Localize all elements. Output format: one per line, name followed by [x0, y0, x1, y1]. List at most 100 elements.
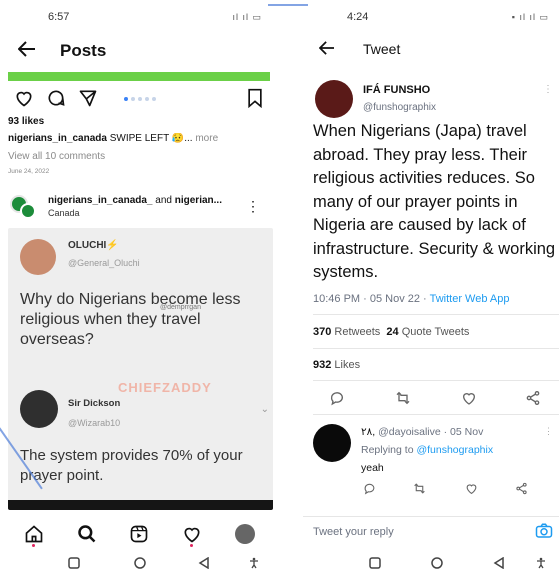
- reply-text: yeah: [361, 462, 384, 474]
- carousel-dot: [124, 97, 128, 101]
- caption-text: SWIPE LEFT 😥...: [109, 133, 193, 144]
- back-arrow-icon[interactable]: [17, 41, 48, 61]
- divider: [313, 414, 559, 415]
- tweet-meta: 10:46 PM · 05 Nov 22 · Twitter Web App: [313, 293, 509, 305]
- reply-input[interactable]: [313, 523, 513, 541]
- author-handle[interactable]: @funshographix: [363, 102, 436, 113]
- app-bar: Tweet: [303, 34, 559, 64]
- post-usernames: nigerians_in_canada_ and nigerian...: [48, 195, 222, 206]
- reply-icon[interactable]: [329, 390, 345, 406]
- home-circle-icon[interactable]: [134, 557, 146, 569]
- retweets-label[interactable]: Retweets: [334, 326, 380, 338]
- activity-heart-icon[interactable]: [182, 524, 202, 544]
- likes-count: 932: [313, 359, 332, 371]
- back-triangle-icon[interactable]: [493, 557, 505, 569]
- back-triangle-icon[interactable]: [198, 557, 210, 569]
- bookmark-icon[interactable]: [246, 88, 264, 108]
- page-title: Tweet: [363, 41, 401, 57]
- profile-avatar-icon[interactable]: [235, 524, 255, 544]
- reply-more-icon[interactable]: ⋮: [544, 426, 553, 437]
- share-icon[interactable]: [515, 482, 528, 495]
- reply-icon[interactable]: [363, 482, 376, 495]
- replying-to: Replying to @funshographix: [361, 444, 493, 456]
- retweet-icon[interactable]: [395, 390, 411, 406]
- likes-label: Likes: [334, 359, 361, 371]
- view-comments-link[interactable]: View all 10 comments: [8, 151, 105, 162]
- carousel-dot: [131, 97, 135, 101]
- quoted-text: Why do Nigerians become less religious w…: [20, 291, 241, 348]
- carousel-dot: [152, 97, 156, 101]
- camera-icon[interactable]: [535, 522, 553, 540]
- divider: [313, 380, 559, 381]
- reply-handle: @Wizarab10: [68, 418, 121, 428]
- reply-avatar[interactable]: [313, 424, 351, 462]
- signal-battery-icon: ▪ ıl ıl ▭: [511, 11, 549, 22]
- watermark-stroke: [268, 4, 308, 6]
- back-arrow-icon[interactable]: [318, 39, 349, 59]
- reply-header: ٢٨, @dayoisalive · 05 Nov: [361, 426, 483, 438]
- recent-apps-icon[interactable]: [68, 557, 80, 569]
- author-avatar[interactable]: [315, 80, 353, 118]
- page-title: Posts: [60, 41, 107, 60]
- likes-count[interactable]: 93 likes: [8, 116, 44, 127]
- share-icon[interactable]: [525, 390, 541, 406]
- quotes-count[interactable]: 24: [386, 326, 398, 338]
- instagram-bottom-nav: [0, 518, 276, 550]
- more-options-icon[interactable]: ⋮: [246, 199, 260, 213]
- search-icon[interactable]: [77, 524, 97, 544]
- username-link-2[interactable]: nigerian...: [175, 195, 222, 206]
- accessibility-icon[interactable]: [535, 557, 547, 569]
- recent-apps-icon[interactable]: [369, 557, 381, 569]
- reply-actions: [303, 482, 559, 498]
- accessibility-icon[interactable]: [248, 557, 260, 569]
- post-location[interactable]: Canada: [48, 208, 80, 218]
- retweet-icon[interactable]: [413, 482, 426, 495]
- carousel-dots: [124, 97, 156, 101]
- like-heart-icon[interactable]: [465, 482, 478, 495]
- system-nav-bar: [303, 552, 559, 573]
- post-image-top-strip: [8, 72, 270, 81]
- quoted-name: OLUCHI⚡: [68, 240, 119, 251]
- caption-more-link[interactable]: more: [195, 133, 218, 144]
- tweet-source-link[interactable]: Twitter Web App: [430, 293, 510, 305]
- reply-name: Sir Dickson: [68, 398, 121, 409]
- caption-username[interactable]: nigerians_in_canada: [8, 133, 107, 144]
- home-icon[interactable]: [24, 524, 44, 544]
- like-heart-icon[interactable]: [461, 390, 477, 406]
- quoted-avatar: [20, 239, 56, 275]
- reply-name[interactable]: ٢٨,: [361, 426, 375, 438]
- post-media[interactable]: OLUCHI⚡ @General_Oluchi Why do Nigerians…: [8, 228, 273, 510]
- tweet-likes[interactable]: 932 Likes: [313, 359, 360, 371]
- panel-gap: [276, 0, 303, 573]
- media-bottom-strip: [8, 500, 273, 510]
- post-actions: [14, 88, 264, 110]
- collab-avatar[interactable]: [20, 203, 36, 219]
- tweet-timestamp: 10:46 PM · 05 Nov 22 ·: [313, 293, 427, 305]
- retweets-count[interactable]: 370: [313, 326, 331, 338]
- replying-to-label: Replying to: [361, 444, 414, 456]
- app-bar: Posts: [0, 34, 276, 68]
- reels-icon[interactable]: [129, 524, 149, 544]
- watermark-text: @demprrgan: [160, 304, 201, 311]
- twitter-screen: 4:24 ▪ ıl ıl ▭ Tweet IFÁ FUNSHO @funshog…: [303, 0, 559, 573]
- status-bar: 6:57 ıl ıl ▭: [0, 0, 276, 34]
- chevron-down-icon: ⌄: [260, 404, 269, 415]
- share-icon[interactable]: [78, 88, 98, 108]
- replying-to-handle[interactable]: @funshographix: [416, 444, 493, 456]
- author-name[interactable]: IFÁ FUNSHO: [363, 84, 430, 96]
- quoted-handle: @General_Oluchi: [68, 258, 140, 268]
- status-bar: 4:24 ▪ ıl ıl ▭: [303, 0, 559, 34]
- more-options-icon[interactable]: ⋮: [543, 84, 553, 95]
- username-link[interactable]: nigerians_in_canada_: [48, 195, 153, 206]
- comment-icon[interactable]: [46, 88, 66, 108]
- reply-handle-date[interactable]: @dayoisalive · 05 Nov: [378, 426, 483, 438]
- post-date: June 24, 2022: [8, 168, 50, 175]
- divider: [313, 348, 559, 349]
- notification-dot: [190, 544, 193, 547]
- quotes-label[interactable]: Quote Tweets: [402, 326, 470, 338]
- heart-icon[interactable]: [14, 88, 34, 108]
- status-time: 6:57: [48, 11, 70, 23]
- home-circle-icon[interactable]: [431, 557, 443, 569]
- post-caption: nigerians_in_canada SWIPE LEFT 😥... more: [8, 133, 273, 144]
- divider: [313, 314, 559, 315]
